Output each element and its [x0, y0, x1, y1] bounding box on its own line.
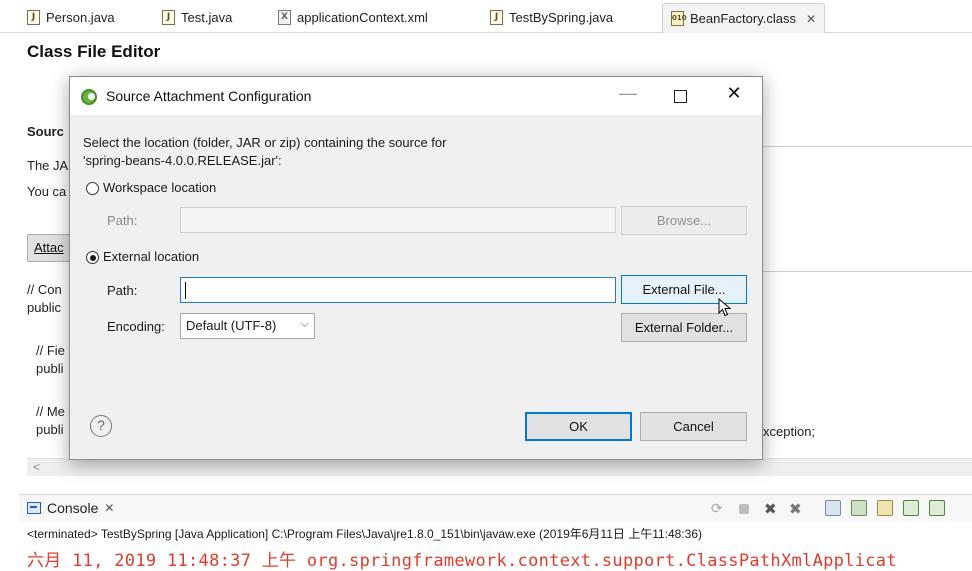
maximize-button[interactable]	[668, 85, 692, 107]
external-path-label: Path:	[107, 283, 138, 298]
workspace-path-label: Path:	[107, 213, 138, 228]
dialog-title-bar[interactable]: Source Attachment Configuration — ✕	[70, 77, 762, 115]
pin-icon[interactable]: ⟳	[711, 500, 727, 516]
dialog-title: Source Attachment Configuration	[106, 88, 312, 104]
workspace-location-radio[interactable]	[86, 182, 99, 195]
tab-bean-factory-class[interactable]: 010 BeanFactory.class ✕	[662, 3, 826, 33]
code-line: public	[27, 300, 61, 315]
show-on-error-icon[interactable]	[929, 500, 945, 516]
code-comment: // Con	[27, 282, 62, 297]
tab-label: applicationContext.xml	[297, 9, 428, 25]
tab-label: TestBySpring.java	[509, 9, 614, 25]
code-comment: // Me	[36, 404, 65, 419]
encoding-value: Default (UTF-8)	[186, 318, 277, 333]
source-attachment-dialog: Source Attachment Configuration — ✕ Sele…	[69, 76, 763, 460]
code-line: publi	[36, 361, 64, 376]
tab-console[interactable]: Console ✕	[27, 500, 114, 516]
dialog-description-line1: Select the location (folder, JAR or zip)…	[83, 135, 447, 150]
encoding-label: Encoding:	[107, 319, 165, 334]
console-tab-label: Console	[47, 500, 99, 516]
external-location-label: External location	[103, 249, 200, 264]
remove-launch-icon[interactable]: ✖	[764, 500, 780, 518]
external-path-input[interactable]	[180, 277, 616, 303]
instruction-text: You ca	[27, 184, 67, 199]
text-caret	[185, 282, 186, 299]
clear-console-icon[interactable]	[825, 500, 841, 516]
console-view-header: Console ✕ ⟳ ✖ ✖	[19, 494, 972, 522]
tab-person-java[interactable]: J Person.java	[27, 4, 115, 30]
scroll-left-icon[interactable]: <	[33, 460, 40, 474]
close-button[interactable]: ✕	[722, 83, 746, 105]
horizontal-scrollbar[interactable]: <	[27, 458, 972, 476]
console-status-line: <terminated> TestBySpring [Java Applicat…	[27, 527, 703, 541]
tab-application-context-xml[interactable]: X applicationContext.xml	[278, 4, 428, 30]
code-line: publi	[36, 422, 64, 437]
xml-file-icon: X	[278, 9, 291, 25]
close-icon[interactable]: ✕	[806, 12, 816, 26]
external-location-radio[interactable]	[86, 251, 99, 264]
page-title: Class File Editor	[27, 42, 161, 61]
tab-label: Person.java	[46, 9, 115, 25]
jar-info-text: The JA	[27, 158, 69, 173]
dialog-description-line2: 'spring-beans-4.0.0.RELEASE.jar':	[83, 153, 282, 168]
word-wrap-icon[interactable]	[877, 500, 893, 516]
java-file-icon: J	[490, 9, 503, 25]
close-icon[interactable]: ✕	[104, 501, 114, 515]
console-log-line: 六月 11, 2019 11:48:37 上午 org.springframew…	[27, 551, 897, 571]
workspace-path-input[interactable]	[180, 207, 616, 233]
source-heading: Sourc	[27, 124, 64, 139]
spring-app-icon	[81, 89, 97, 105]
java-file-icon: J	[27, 9, 40, 25]
console-icon	[27, 502, 41, 514]
java-file-icon: J	[162, 9, 175, 25]
scroll-lock-icon[interactable]	[851, 500, 867, 516]
code-comment: // Fie	[36, 343, 65, 358]
chevron-down-icon: ⌵	[300, 318, 309, 330]
show-on-output-icon[interactable]	[903, 500, 919, 516]
tab-label: BeanFactory.class	[690, 11, 796, 26]
tab-test-java[interactable]: J Test.java	[162, 4, 232, 30]
code-line-tail: xception;	[763, 424, 816, 439]
help-icon[interactable]: ?	[90, 415, 112, 437]
workspace-location-label: Workspace location	[103, 180, 217, 195]
class-file-icon: 010	[671, 11, 687, 26]
ok-button[interactable]: OK	[525, 412, 632, 441]
tab-test-by-spring-java[interactable]: J TestBySpring.java	[490, 4, 613, 30]
encoding-select[interactable]: Default (UTF-8) ⌵	[180, 313, 315, 339]
cancel-button[interactable]: Cancel	[640, 412, 747, 441]
mouse-cursor-icon	[718, 298, 732, 317]
remove-all-icon[interactable]: ✖	[789, 500, 805, 518]
terminate-icon[interactable]	[739, 504, 749, 514]
attach-source-label: Attac	[34, 240, 64, 255]
tab-label: Test.java	[181, 9, 233, 25]
editor-tab-bar: J Person.java J Test.java X applicationC…	[0, 0, 972, 33]
browse-button[interactable]: Browse...	[621, 206, 747, 235]
minimize-button[interactable]: —	[616, 83, 640, 105]
